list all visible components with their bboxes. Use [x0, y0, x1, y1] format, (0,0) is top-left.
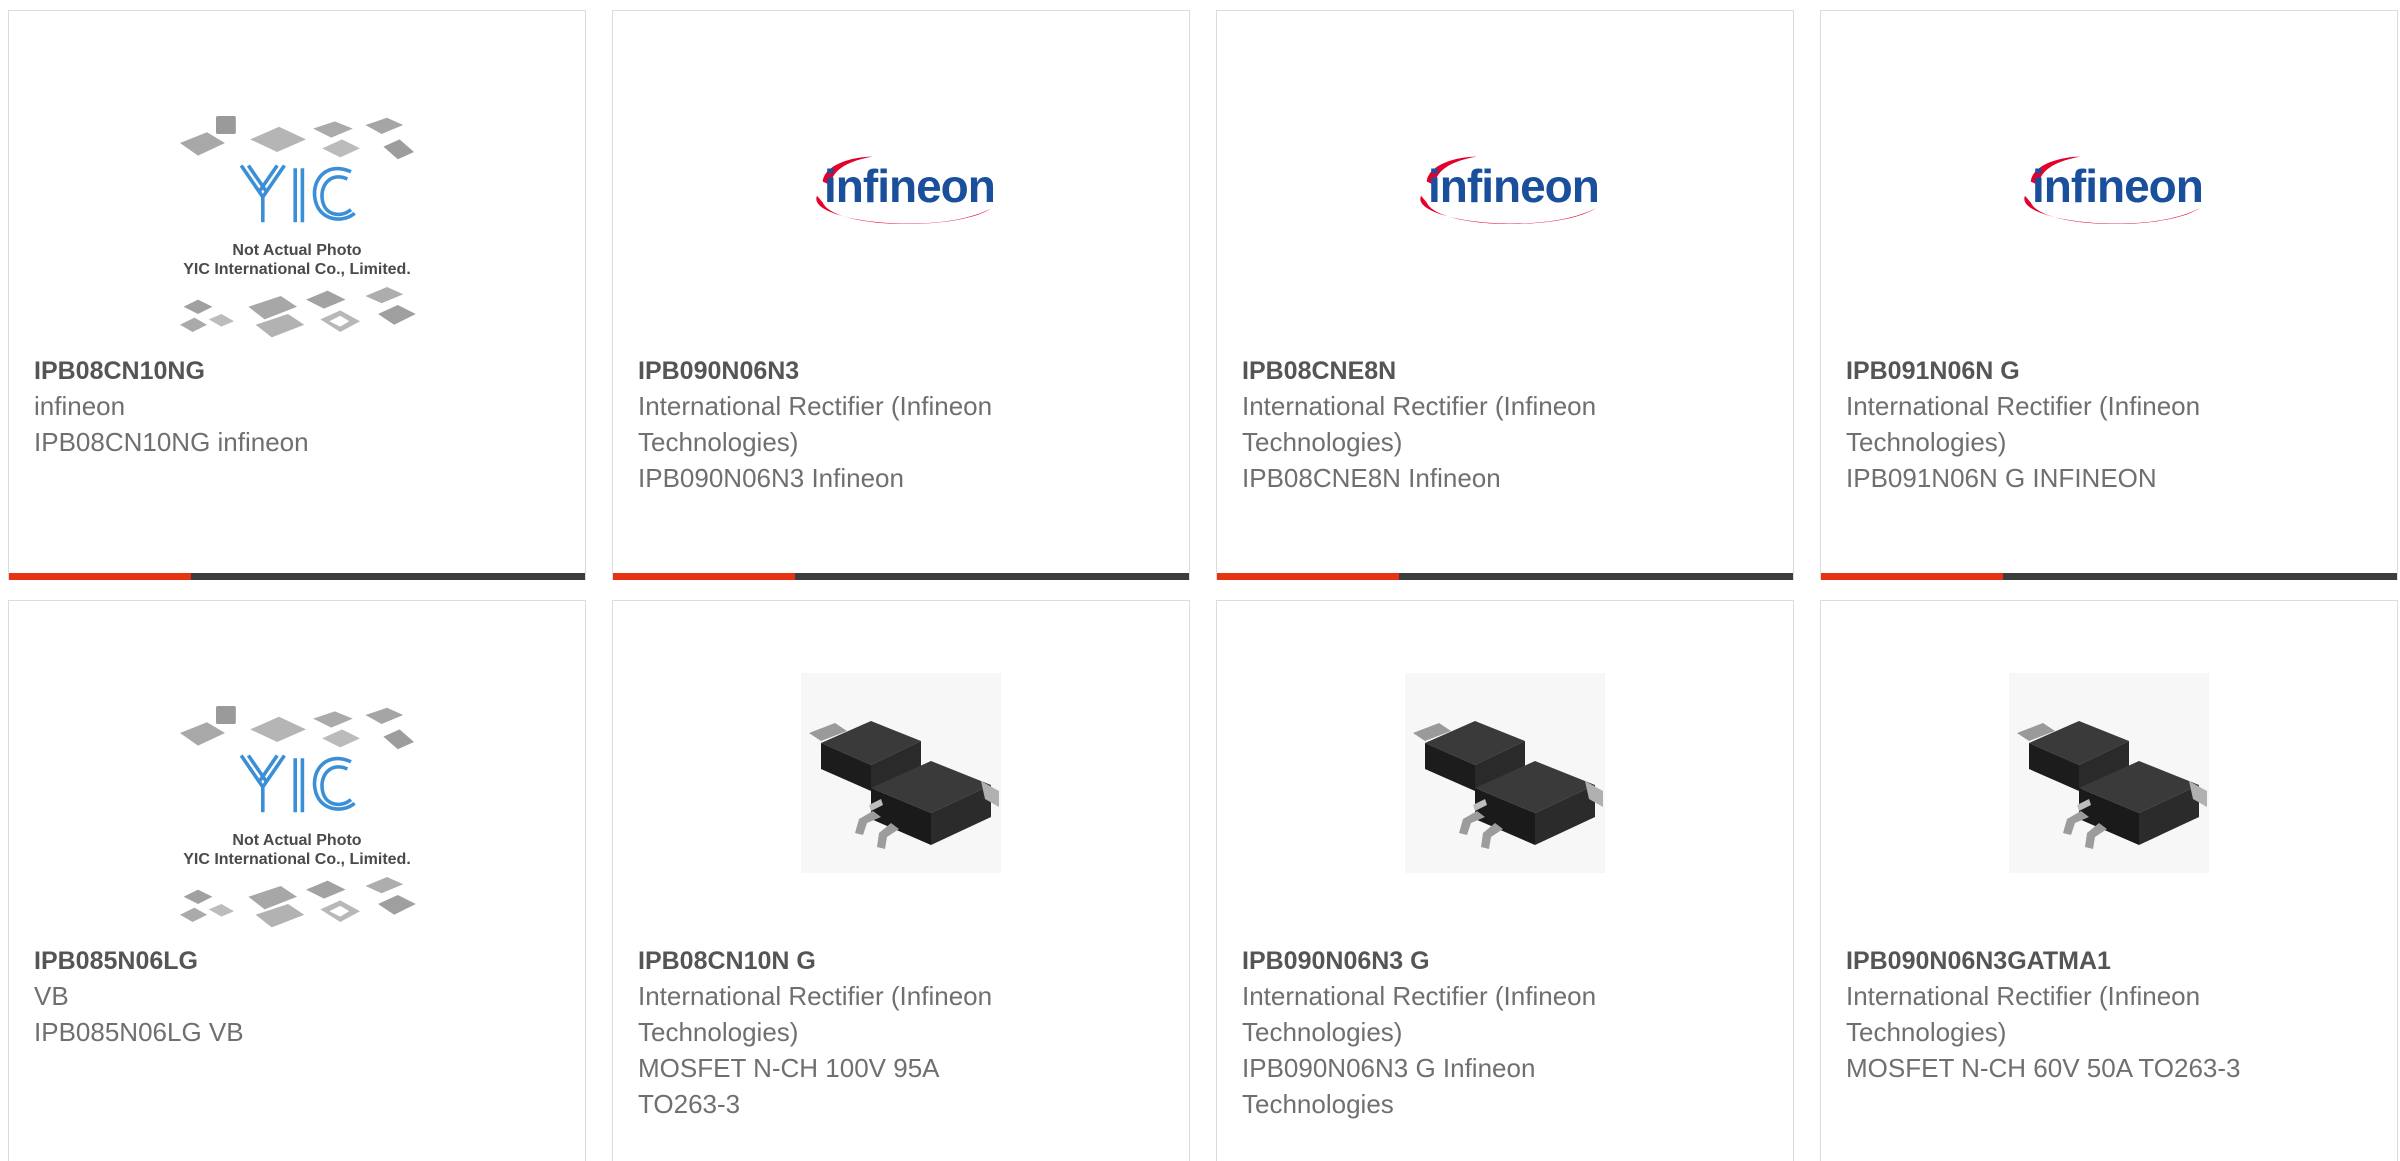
manufacturer: International Rectifier (Infineon Techno…: [638, 981, 993, 1047]
description: IPB08CN10NG infineon: [34, 427, 309, 457]
product-image[interactable]: Not Actual Photo YIC International Co., …: [9, 91, 585, 361]
manufacturer: International Rectifier (Infineon Techno…: [638, 391, 993, 457]
card-bottom-bar: [1217, 573, 1793, 580]
card-bottom-bar: [1821, 573, 2397, 580]
infineon-logo-text: infineon: [824, 160, 996, 212]
part-number[interactable]: IPB08CNE8N: [1242, 354, 1712, 388]
description: MOSFET N-CH 100V 95A TO263-3: [638, 1053, 939, 1119]
manufacturer: infineon: [34, 391, 126, 421]
card-accent-bar: [9, 573, 191, 580]
placeholder-line1: Not Actual Photo: [232, 242, 362, 259]
product-image[interactable]: [613, 673, 1189, 951]
product-card[interactable]: infineon IPB08CNE8N International Rectif…: [1216, 10, 1794, 580]
infineon-logo: infineon: [2004, 141, 2214, 241]
infineon-logo: infineon: [796, 141, 1006, 241]
description: IPB090N06N3 G Infineon Technologies: [1242, 1053, 1536, 1119]
product-card[interactable]: IPB090N06N3 G International Rectifier (I…: [1216, 600, 1794, 1161]
manufacturer: International Rectifier (Infineon Techno…: [1846, 391, 2201, 457]
placeholder-line2: YIC International Co., Limited.: [183, 851, 411, 868]
product-info: IPB090N06N3 G International Rectifier (I…: [1242, 944, 1712, 1122]
to263-package-image: [801, 673, 1001, 873]
infineon-logo-text: infineon: [1428, 160, 1600, 212]
card-accent-bar: [613, 573, 795, 580]
product-card[interactable]: IPB08CN10N G International Rectifier (In…: [612, 600, 1190, 1161]
part-number[interactable]: IPB08CN10N G: [638, 944, 1108, 978]
part-number[interactable]: IPB090N06N3 G: [1242, 944, 1712, 978]
infineon-logo: infineon: [1400, 141, 1610, 241]
product-info: IPB08CN10N G International Rectifier (In…: [638, 944, 1108, 1122]
manufacturer: VB: [34, 981, 69, 1011]
product-grid: Not Actual Photo YIC International Co., …: [0, 0, 2400, 1161]
product-image[interactable]: infineon: [1821, 91, 2397, 361]
product-card[interactable]: Not Actual Photo YIC International Co., …: [8, 600, 586, 1161]
product-image[interactable]: infineon: [613, 91, 1189, 361]
part-number[interactable]: IPB085N06LG: [34, 944, 504, 978]
description: MOSFET N-CH 60V 50A TO263-3: [1846, 1053, 2241, 1083]
manufacturer: International Rectifier (Infineon Techno…: [1242, 391, 1597, 457]
description: IPB08CNE8N Infineon: [1242, 463, 1501, 493]
card-accent-bar: [1821, 573, 2003, 580]
product-info: IPB08CN10NG infineon IPB08CN10NG infineo…: [34, 354, 504, 460]
part-number[interactable]: IPB091N06N G: [1846, 354, 2316, 388]
product-info: IPB085N06LG VB IPB085N06LG VB: [34, 944, 504, 1050]
product-image[interactable]: Not Actual Photo YIC International Co., …: [9, 681, 585, 951]
product-image[interactable]: [1217, 673, 1793, 951]
yic-placeholder-image: Not Actual Photo YIC International Co., …: [162, 113, 432, 353]
manufacturer: International Rectifier (Infineon Techno…: [1846, 981, 2201, 1047]
product-image[interactable]: [1821, 673, 2397, 951]
part-number[interactable]: IPB090N06N3: [638, 354, 1108, 388]
product-card[interactable]: Not Actual Photo YIC International Co., …: [8, 10, 586, 580]
infineon-logo-text: infineon: [2032, 160, 2204, 212]
card-accent-bar: [1217, 573, 1399, 580]
part-number[interactable]: IPB08CN10NG: [34, 354, 504, 388]
placeholder-line2: YIC International Co., Limited.: [183, 261, 411, 278]
yic-placeholder-image: Not Actual Photo YIC International Co., …: [162, 703, 432, 943]
product-card[interactable]: IPB090N06N3GATMA1 International Rectifie…: [1820, 600, 2398, 1161]
manufacturer: International Rectifier (Infineon Techno…: [1242, 981, 1597, 1047]
product-card[interactable]: infineon IPB090N06N3 International Recti…: [612, 10, 1190, 580]
placeholder-caption: Not Actual Photo YIC International Co., …: [162, 831, 432, 869]
product-card[interactable]: infineon IPB091N06N G International Rect…: [1820, 10, 2398, 580]
card-bottom-bar: [613, 573, 1189, 580]
product-info: IPB090N06N3 International Rectifier (Inf…: [638, 354, 1108, 496]
to263-package-image: [2009, 673, 2209, 873]
product-info: IPB090N06N3GATMA1 International Rectifie…: [1846, 944, 2316, 1086]
card-bottom-bar: [9, 573, 585, 580]
description: IPB085N06LG VB: [34, 1017, 244, 1047]
placeholder-caption: Not Actual Photo YIC International Co., …: [162, 241, 432, 279]
product-info: IPB08CNE8N International Rectifier (Infi…: [1242, 354, 1712, 496]
part-number[interactable]: IPB090N06N3GATMA1: [1846, 944, 2316, 978]
placeholder-line1: Not Actual Photo: [232, 832, 362, 849]
product-image[interactable]: infineon: [1217, 91, 1793, 361]
to263-package-image: [1405, 673, 1605, 873]
description: IPB090N06N3 Infineon: [638, 463, 904, 493]
product-info: IPB091N06N G International Rectifier (In…: [1846, 354, 2316, 496]
description: IPB091N06N G INFINEON: [1846, 463, 2157, 493]
